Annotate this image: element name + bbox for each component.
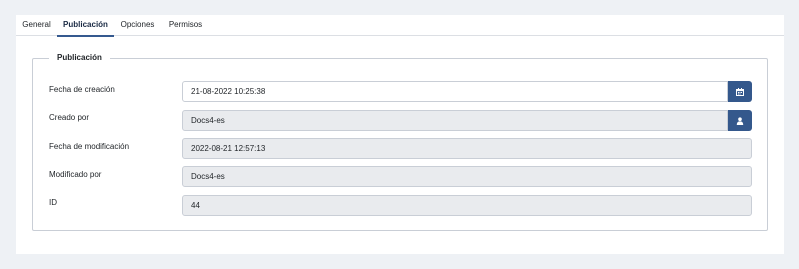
publishing-fieldset: Publicación Fecha de creación 21-08-2022… [32, 51, 768, 231]
created-by-label: Creado por [49, 113, 90, 122]
modified-date-label: Fecha de modificación [49, 142, 130, 151]
select-user-button[interactable] [728, 110, 752, 131]
tab-opciones[interactable]: Opciones [114, 15, 161, 36]
user-icon [736, 116, 744, 125]
modified-date-input[interactable]: 2022-08-21 12:57:13 [182, 138, 752, 159]
created-date-label: Fecha de creación [49, 85, 115, 94]
calendar-icon [736, 87, 744, 96]
modified-by-input[interactable]: Docs4-es [182, 166, 752, 187]
fieldset-legend: Publicación [49, 51, 110, 65]
tab-permisos[interactable]: Permisos [161, 15, 210, 36]
created-by-input[interactable]: Docs4-es [182, 110, 728, 131]
tab-general[interactable]: General [16, 15, 57, 36]
calendar-button[interactable] [728, 81, 752, 102]
id-input[interactable]: 44 [182, 195, 752, 216]
id-label: ID [49, 198, 57, 207]
tab-bar: General Publicación Opciones Permisos [16, 15, 784, 37]
modified-by-label: Modificado por [49, 170, 102, 179]
tab-publicacion[interactable]: Publicación [57, 15, 114, 37]
publishing-panel: General Publicación Opciones Permisos Pu… [16, 15, 784, 254]
created-date-input[interactable]: 21-08-2022 10:25:38 [182, 81, 728, 102]
